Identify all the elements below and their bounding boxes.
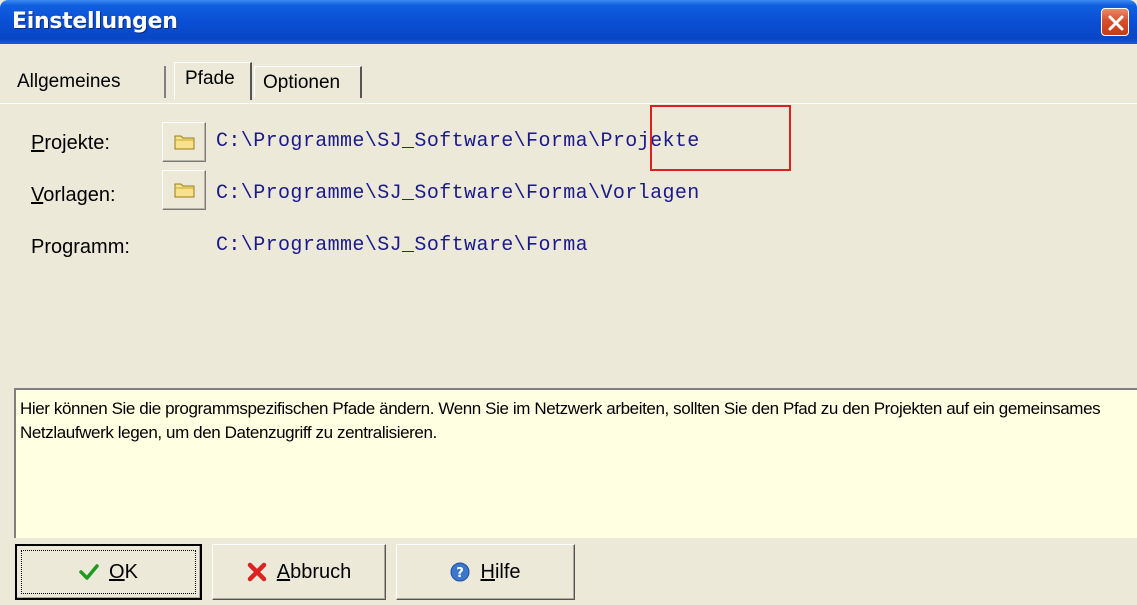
svg-text:?: ? — [457, 566, 465, 581]
folder-icon — [174, 135, 195, 150]
abbruch-button[interactable]: Abbruch — [212, 544, 386, 600]
vorlagen-label: Vorlagen: — [31, 184, 116, 206]
settings-dialog: Einstellungen Allgemeines Pfade Optionen… — [0, 0, 1137, 605]
red-x-icon — [247, 562, 266, 582]
projekte-path: C:\Programme\SJ_Software\Forma\Projekte — [216, 130, 700, 153]
ok-label: OK — [109, 560, 138, 583]
vorlagen-browse-button[interactable] — [162, 170, 206, 210]
checkmark-icon — [79, 564, 99, 580]
help-panel: Hier können Sie die programmspezifischen… — [14, 388, 1137, 538]
hilfe-button[interactable]: ? Hilfe — [396, 544, 575, 600]
vorlagen-path: C:\Programme\SJ_Software\Forma\Vorlagen — [216, 182, 700, 205]
close-button[interactable] — [1101, 8, 1129, 36]
help-icon: ? — [450, 562, 470, 582]
abbruch-label: Abbruch — [276, 560, 352, 583]
tab-label: Allgemeines — [17, 71, 121, 92]
window-title: Einstellungen — [12, 9, 178, 34]
tab-allgemeines[interactable]: Allgemeines — [14, 66, 166, 98]
programm-label: Programm: — [31, 236, 130, 258]
tab-label: Optionen — [263, 72, 341, 93]
hilfe-label: Hilfe — [480, 560, 521, 583]
folder-icon — [174, 183, 195, 198]
tab-label: Pfade — [185, 68, 235, 89]
tab-pfade[interactable]: Pfade — [174, 62, 252, 100]
tab-optionen[interactable]: Optionen — [254, 66, 362, 98]
projekte-label: Projekte: — [31, 132, 110, 154]
programm-path: C:\Programme\SJ_Software\Forma — [216, 234, 589, 257]
highlight-box — [650, 105, 791, 171]
close-icon — [1108, 15, 1124, 31]
projekte-browse-button[interactable] — [162, 122, 206, 162]
ok-button[interactable]: OK — [15, 544, 202, 600]
title-bar[interactable]: Einstellungen — [0, 0, 1137, 44]
help-text: Hier können Sie die programmspezifischen… — [20, 399, 1101, 442]
tab-panel-border — [0, 103, 1137, 104]
